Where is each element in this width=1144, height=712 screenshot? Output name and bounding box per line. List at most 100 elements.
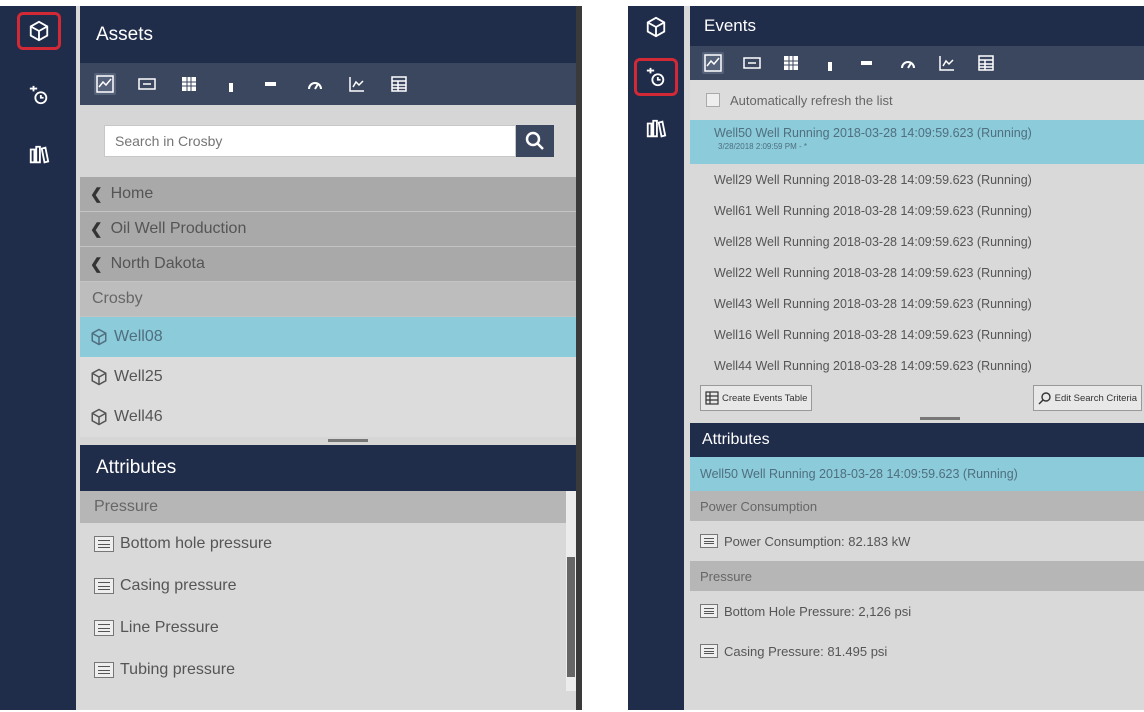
search-input[interactable] (104, 125, 516, 157)
assets-header: Assets (80, 6, 576, 63)
library-icon (29, 145, 50, 164)
pane-splitter[interactable] (690, 415, 1144, 423)
events-title: Events (704, 16, 756, 35)
table-icon[interactable] (178, 73, 200, 95)
attribute-icon (700, 534, 718, 548)
xy-plot-icon[interactable] (346, 73, 368, 95)
vertical-gauge-icon[interactable] (220, 73, 242, 95)
attribute-item[interactable]: Bottom hole pressure (80, 523, 576, 565)
table-icon[interactable] (780, 52, 802, 74)
attribute-icon (94, 662, 114, 678)
event-item[interactable]: Well43 Well Running 2018-03-28 14:09:59.… (690, 288, 1144, 319)
search-icon (525, 131, 544, 150)
breadcrumb-north-dakota[interactable]: ❮ North Dakota (80, 247, 576, 282)
event-item[interactable]: Well16 Well Running 2018-03-28 14:09:59.… (690, 319, 1144, 350)
events-nav-button[interactable] (634, 58, 678, 96)
attributes-header: Attributes (690, 423, 1144, 457)
search-button[interactable] (516, 125, 554, 157)
attributes-scrollbar-thumb[interactable] (567, 557, 575, 677)
events-icon (29, 85, 48, 105)
event-time: 3/28/2018 2:09:59 PM - * (718, 142, 807, 151)
assets-nav-button[interactable] (17, 12, 61, 50)
attributes-scrollbar[interactable] (566, 491, 576, 691)
asset-comparison-table-icon[interactable] (975, 52, 997, 74)
attribute-icon (700, 644, 718, 658)
create-events-table-button[interactable]: Create Events Table (700, 385, 813, 411)
library-icon (646, 119, 667, 138)
events-header: Events (690, 6, 1144, 46)
event-item[interactable]: Well44 Well Running 2018-03-28 14:09:59.… (690, 350, 1144, 381)
vertical-gauge-icon[interactable] (819, 52, 841, 74)
breadcrumb-oil-well-production[interactable]: ❮ Oil Well Production (80, 212, 576, 247)
xy-plot-icon[interactable] (936, 52, 958, 74)
attribute-icon (94, 536, 114, 552)
library-nav-button[interactable] (634, 110, 678, 148)
attribute-group-pressure: Pressure (80, 491, 576, 523)
pane-splitter[interactable] (80, 437, 576, 445)
asset-item[interactable]: Well46 (80, 397, 576, 437)
attributes-header: Attributes (80, 445, 576, 491)
chevron-left-icon: ❮ (90, 256, 103, 273)
auto-refresh-checkbox[interactable] (706, 93, 720, 107)
events-nav-button[interactable] (17, 76, 61, 114)
events-icon (646, 67, 665, 87)
attribute-icon (94, 578, 114, 594)
assets-title: Assets (96, 23, 154, 45)
table-icon (705, 391, 719, 405)
symbol-toolbar (690, 46, 1144, 80)
value-icon[interactable] (741, 52, 763, 74)
horizontal-gauge-icon[interactable] (262, 73, 284, 95)
asset-item[interactable]: Well08 (80, 317, 576, 357)
library-nav-button[interactable] (17, 136, 61, 174)
trend-icon[interactable] (94, 73, 116, 95)
events-pane: Events Automatically refresh the list We… (628, 6, 1144, 710)
left-nav-rail (0, 6, 76, 710)
search-area (80, 105, 576, 177)
symbol-toolbar (80, 63, 576, 105)
attribute-icon (700, 604, 718, 618)
breadcrumb-home[interactable]: ❮ Home (80, 177, 576, 212)
selected-event: Well50 Well Running 2018-03-28 14:09:59.… (690, 457, 1144, 491)
search-icon (1038, 392, 1051, 405)
assets-icon (646, 16, 666, 38)
radial-gauge-icon[interactable] (897, 52, 919, 74)
event-item[interactable]: Well50 Well Running 2018-03-28 14:09:59.… (690, 120, 1144, 164)
attribute-item[interactable]: Line Pressure (80, 607, 576, 649)
attribute-icon (94, 620, 114, 636)
attribute-item[interactable]: Casing Pressure: 81.495 psi (690, 631, 1144, 671)
attribute-group-pressure: Pressure (690, 561, 1144, 591)
assets-nav-button[interactable] (634, 8, 678, 46)
event-item[interactable]: Well29 Well Running 2018-03-28 14:09:59.… (690, 164, 1144, 195)
horizontal-gauge-icon[interactable] (858, 52, 880, 74)
event-item[interactable]: Well61 Well Running 2018-03-28 14:09:59.… (690, 195, 1144, 226)
assets-content: Assets ❮ Home ❮ Oil Well Production ❮ North… (80, 6, 576, 710)
asset-label: Well08 (114, 328, 163, 345)
right-nav-rail (628, 6, 684, 710)
attribute-item[interactable]: Casing pressure (80, 565, 576, 607)
current-location: Crosby (80, 282, 576, 317)
attribute-item[interactable]: Bottom Hole Pressure: 2,126 psi (690, 591, 1144, 631)
asset-icon (91, 408, 107, 426)
events-content: Events Automatically refresh the list We… (690, 6, 1144, 710)
assets-pane: Assets ❮ Home ❮ Oil Well Production ❮ North… (0, 6, 582, 710)
assets-icon (29, 20, 49, 42)
chevron-left-icon: ❮ (90, 186, 103, 203)
asset-comparison-table-icon[interactable] (388, 73, 410, 95)
value-icon[interactable] (136, 73, 158, 95)
asset-label: Well46 (114, 408, 163, 425)
attribute-item[interactable]: Power Consumption: 82.183 kW (690, 521, 1144, 561)
edit-search-criteria-button[interactable]: Edit Search Criteria (1032, 385, 1142, 411)
event-item[interactable]: Well28 Well Running 2018-03-28 14:09:59.… (690, 226, 1144, 257)
radial-gauge-icon[interactable] (304, 73, 326, 95)
trend-icon[interactable] (702, 52, 724, 74)
breadcrumb-label: Home (110, 185, 154, 202)
event-item[interactable]: Well22 Well Running 2018-03-28 14:09:59.… (690, 257, 1144, 288)
attribute-group-power-consumption: Power Consumption (690, 491, 1144, 521)
asset-item[interactable]: Well25 (80, 357, 576, 397)
attribute-item[interactable]: Tubing pressure (80, 649, 576, 691)
event-actions: Create Events Table Edit Search Criteria (690, 381, 1144, 415)
breadcrumb-label: Oil Well Production (110, 220, 247, 237)
auto-refresh-row[interactable]: Automatically refresh the list (690, 80, 1144, 120)
panel-edge (576, 6, 582, 710)
asset-icon (91, 328, 107, 346)
